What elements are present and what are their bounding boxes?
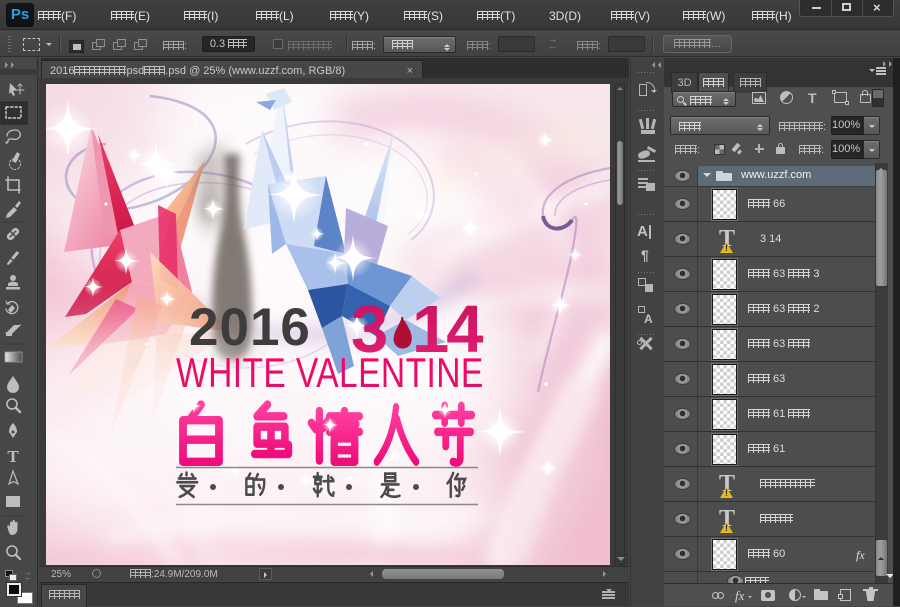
svg-text:2016: 2016	[189, 298, 311, 357]
svg-text:T: T	[7, 447, 19, 466]
svg-text:WHITE VALENTINE: WHITE VALENTINE	[176, 351, 484, 397]
